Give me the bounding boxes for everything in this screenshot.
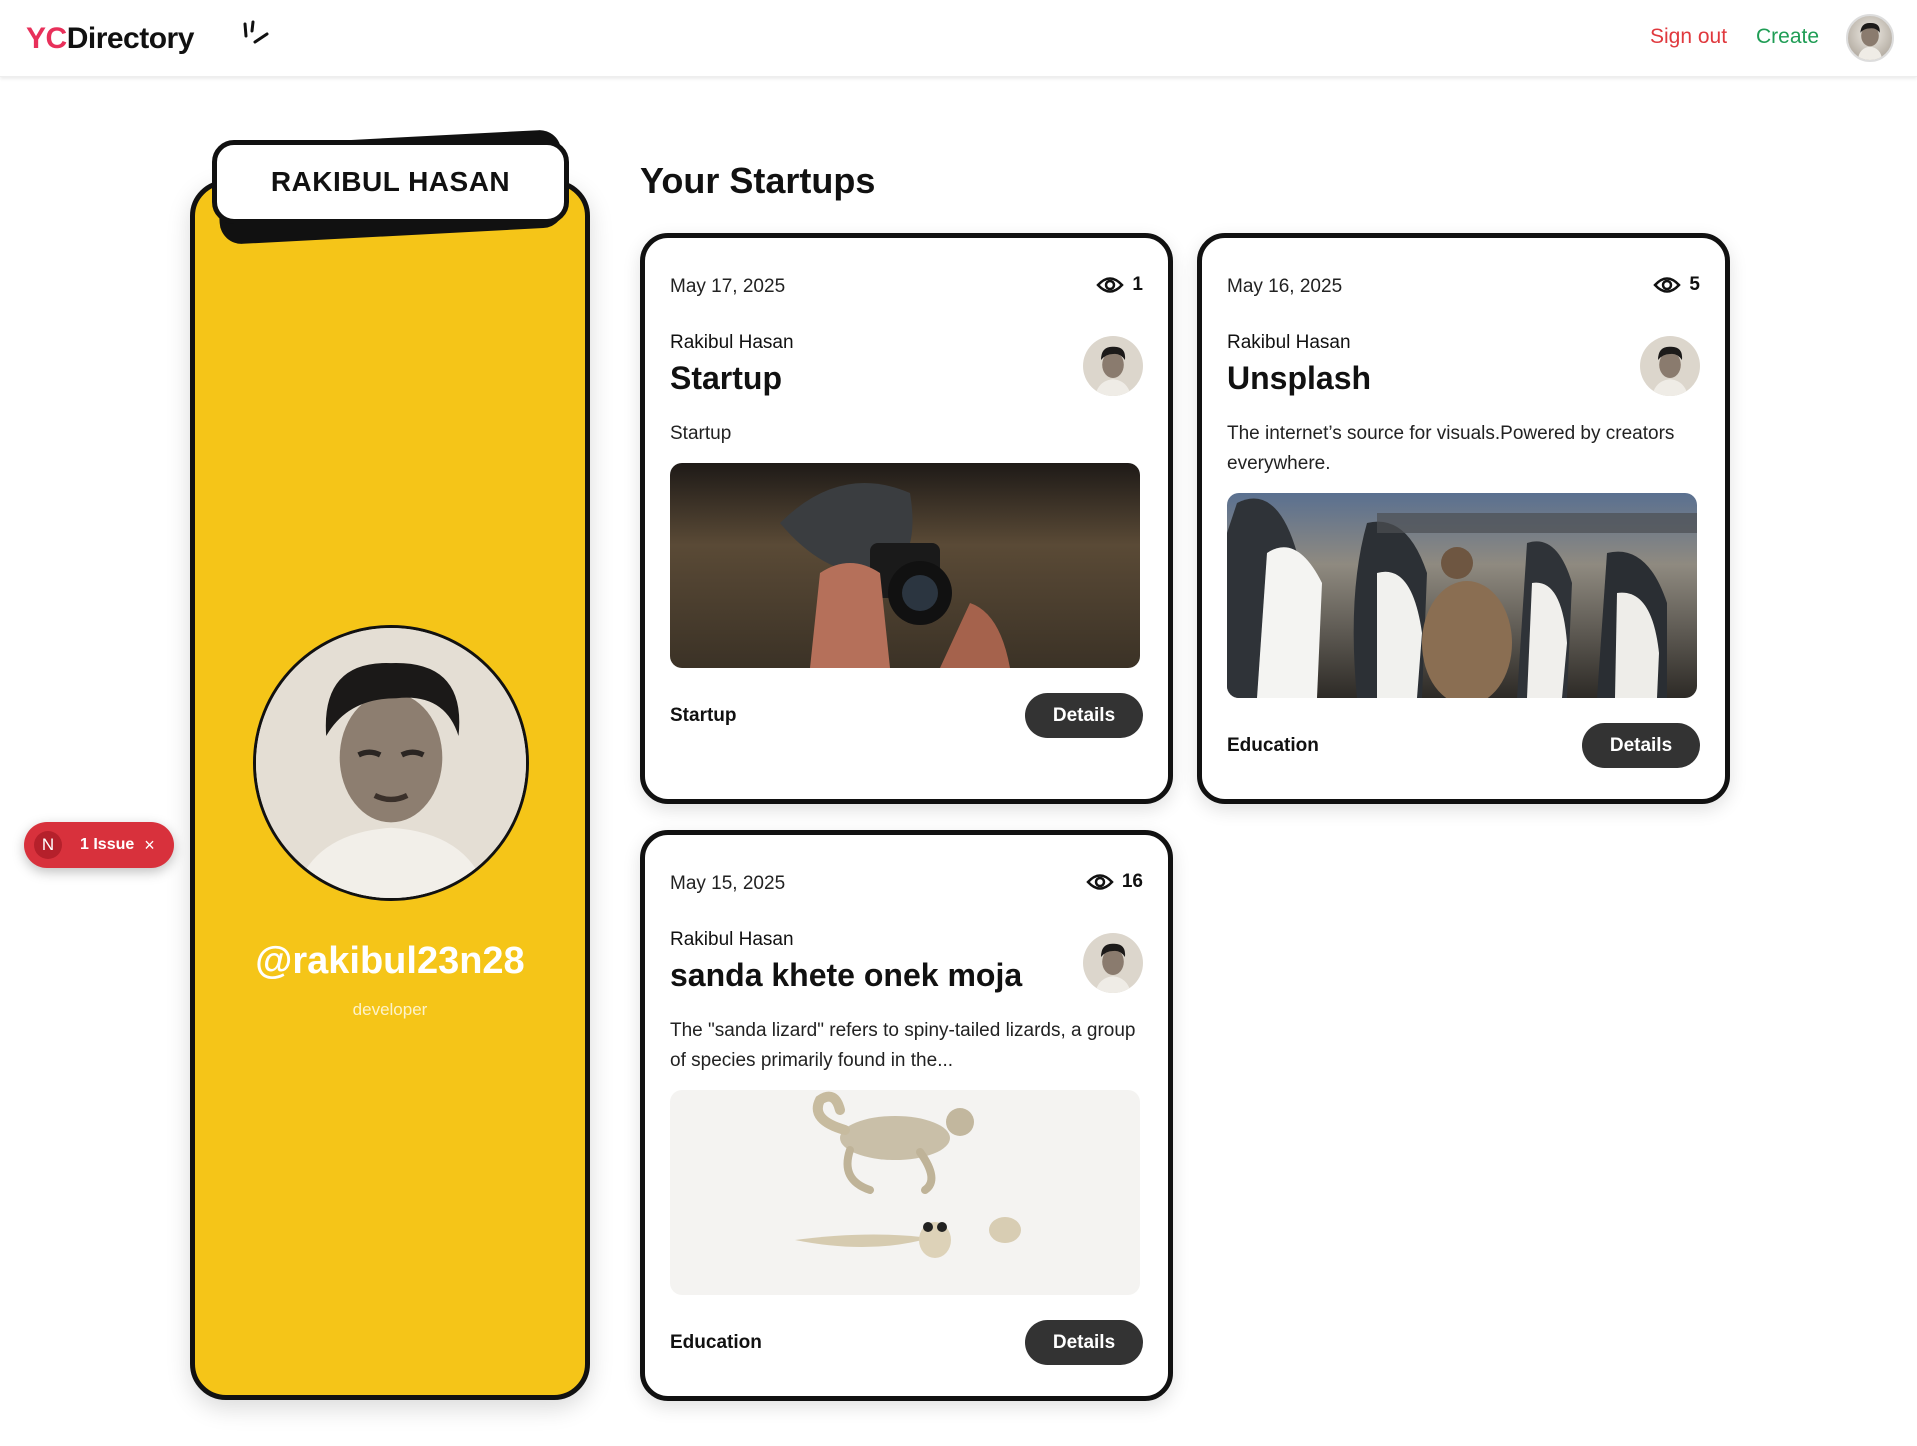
card-views: 5 — [1653, 274, 1700, 296]
logo-directory: Directory — [66, 22, 195, 55]
user-avatar[interactable] — [1846, 14, 1894, 62]
profile-username: @rakibul23n28 — [255, 940, 525, 982]
views-count: 5 — [1689, 274, 1700, 295]
card-category[interactable]: Startup — [670, 705, 737, 727]
card-title[interactable]: Startup — [670, 360, 782, 397]
card-image[interactable] — [670, 1090, 1140, 1295]
card-category[interactable]: Education — [1227, 735, 1319, 757]
card-author[interactable]: Rakibul Hasan — [1227, 332, 1351, 354]
issue-count[interactable]: 1 Issue — [80, 836, 134, 854]
startup-card: May 15, 2025 16 Rakibul Hasan sanda khet… — [640, 830, 1173, 1401]
startup-card: May 16, 2025 5 Rakibul Hasan Unsplash Th… — [1197, 233, 1730, 804]
eye-icon — [1086, 874, 1114, 890]
spark-icon — [243, 20, 269, 44]
card-image[interactable] — [1227, 493, 1697, 698]
card-date: May 16, 2025 — [1227, 276, 1343, 297]
author-avatar[interactable] — [1640, 336, 1700, 396]
card-date: May 17, 2025 — [670, 276, 786, 297]
sign-out-link[interactable]: Sign out — [1650, 25, 1727, 49]
logo-yc: YC — [26, 22, 67, 55]
logo[interactable]: YCDirectory — [26, 20, 269, 56]
penguins-photo — [1227, 493, 1697, 698]
card-category[interactable]: Education — [670, 1332, 762, 1354]
details-button[interactable]: Details — [1025, 693, 1143, 738]
lizard-illustration — [670, 1090, 1140, 1295]
card-title[interactable]: Unsplash — [1227, 360, 1371, 397]
card-author[interactable]: Rakibul Hasan — [670, 929, 794, 951]
card-author[interactable]: Rakibul Hasan — [670, 332, 794, 354]
card-date: May 15, 2025 — [670, 873, 786, 894]
eye-icon — [1653, 277, 1682, 293]
card-description: The internet’s source for visuals.Powere… — [1227, 423, 1675, 474]
author-avatar[interactable] — [1083, 336, 1143, 396]
details-button[interactable]: Details — [1582, 723, 1700, 768]
close-icon[interactable]: × — [144, 835, 155, 856]
profile-bio: developer — [352, 1000, 428, 1019]
card-description: The "sanda lizard" refers to spiny-taile… — [670, 1020, 1136, 1071]
profile-photo — [253, 625, 529, 901]
card-title[interactable]: sanda khete onek moja — [670, 957, 1022, 994]
create-link[interactable]: Create — [1756, 25, 1819, 49]
nextjs-icon: N — [34, 831, 62, 859]
card-views: 16 — [1086, 871, 1143, 893]
author-avatar[interactable] — [1083, 933, 1143, 993]
name-tag: RAKIBUL HASAN — [212, 140, 569, 224]
eye-icon — [1096, 277, 1125, 293]
profile-name: RAKIBUL HASAN — [270, 166, 511, 197]
issue-badge[interactable]: N 1 Issue × — [24, 822, 174, 868]
card-views: 1 — [1096, 274, 1143, 296]
startups-heading: Your Startups — [640, 160, 876, 201]
details-button[interactable]: Details — [1025, 1320, 1143, 1365]
card-image[interactable] — [670, 463, 1140, 668]
top-navbar: YCDirectory Sign out Create — [0, 0, 1917, 77]
views-count: 1 — [1132, 274, 1143, 295]
card-description: Startup — [670, 423, 732, 444]
camera-photo — [670, 463, 1140, 668]
startup-card: May 17, 2025 1 Rakibul Hasan Startup Sta… — [640, 233, 1173, 804]
views-count: 16 — [1121, 871, 1143, 892]
